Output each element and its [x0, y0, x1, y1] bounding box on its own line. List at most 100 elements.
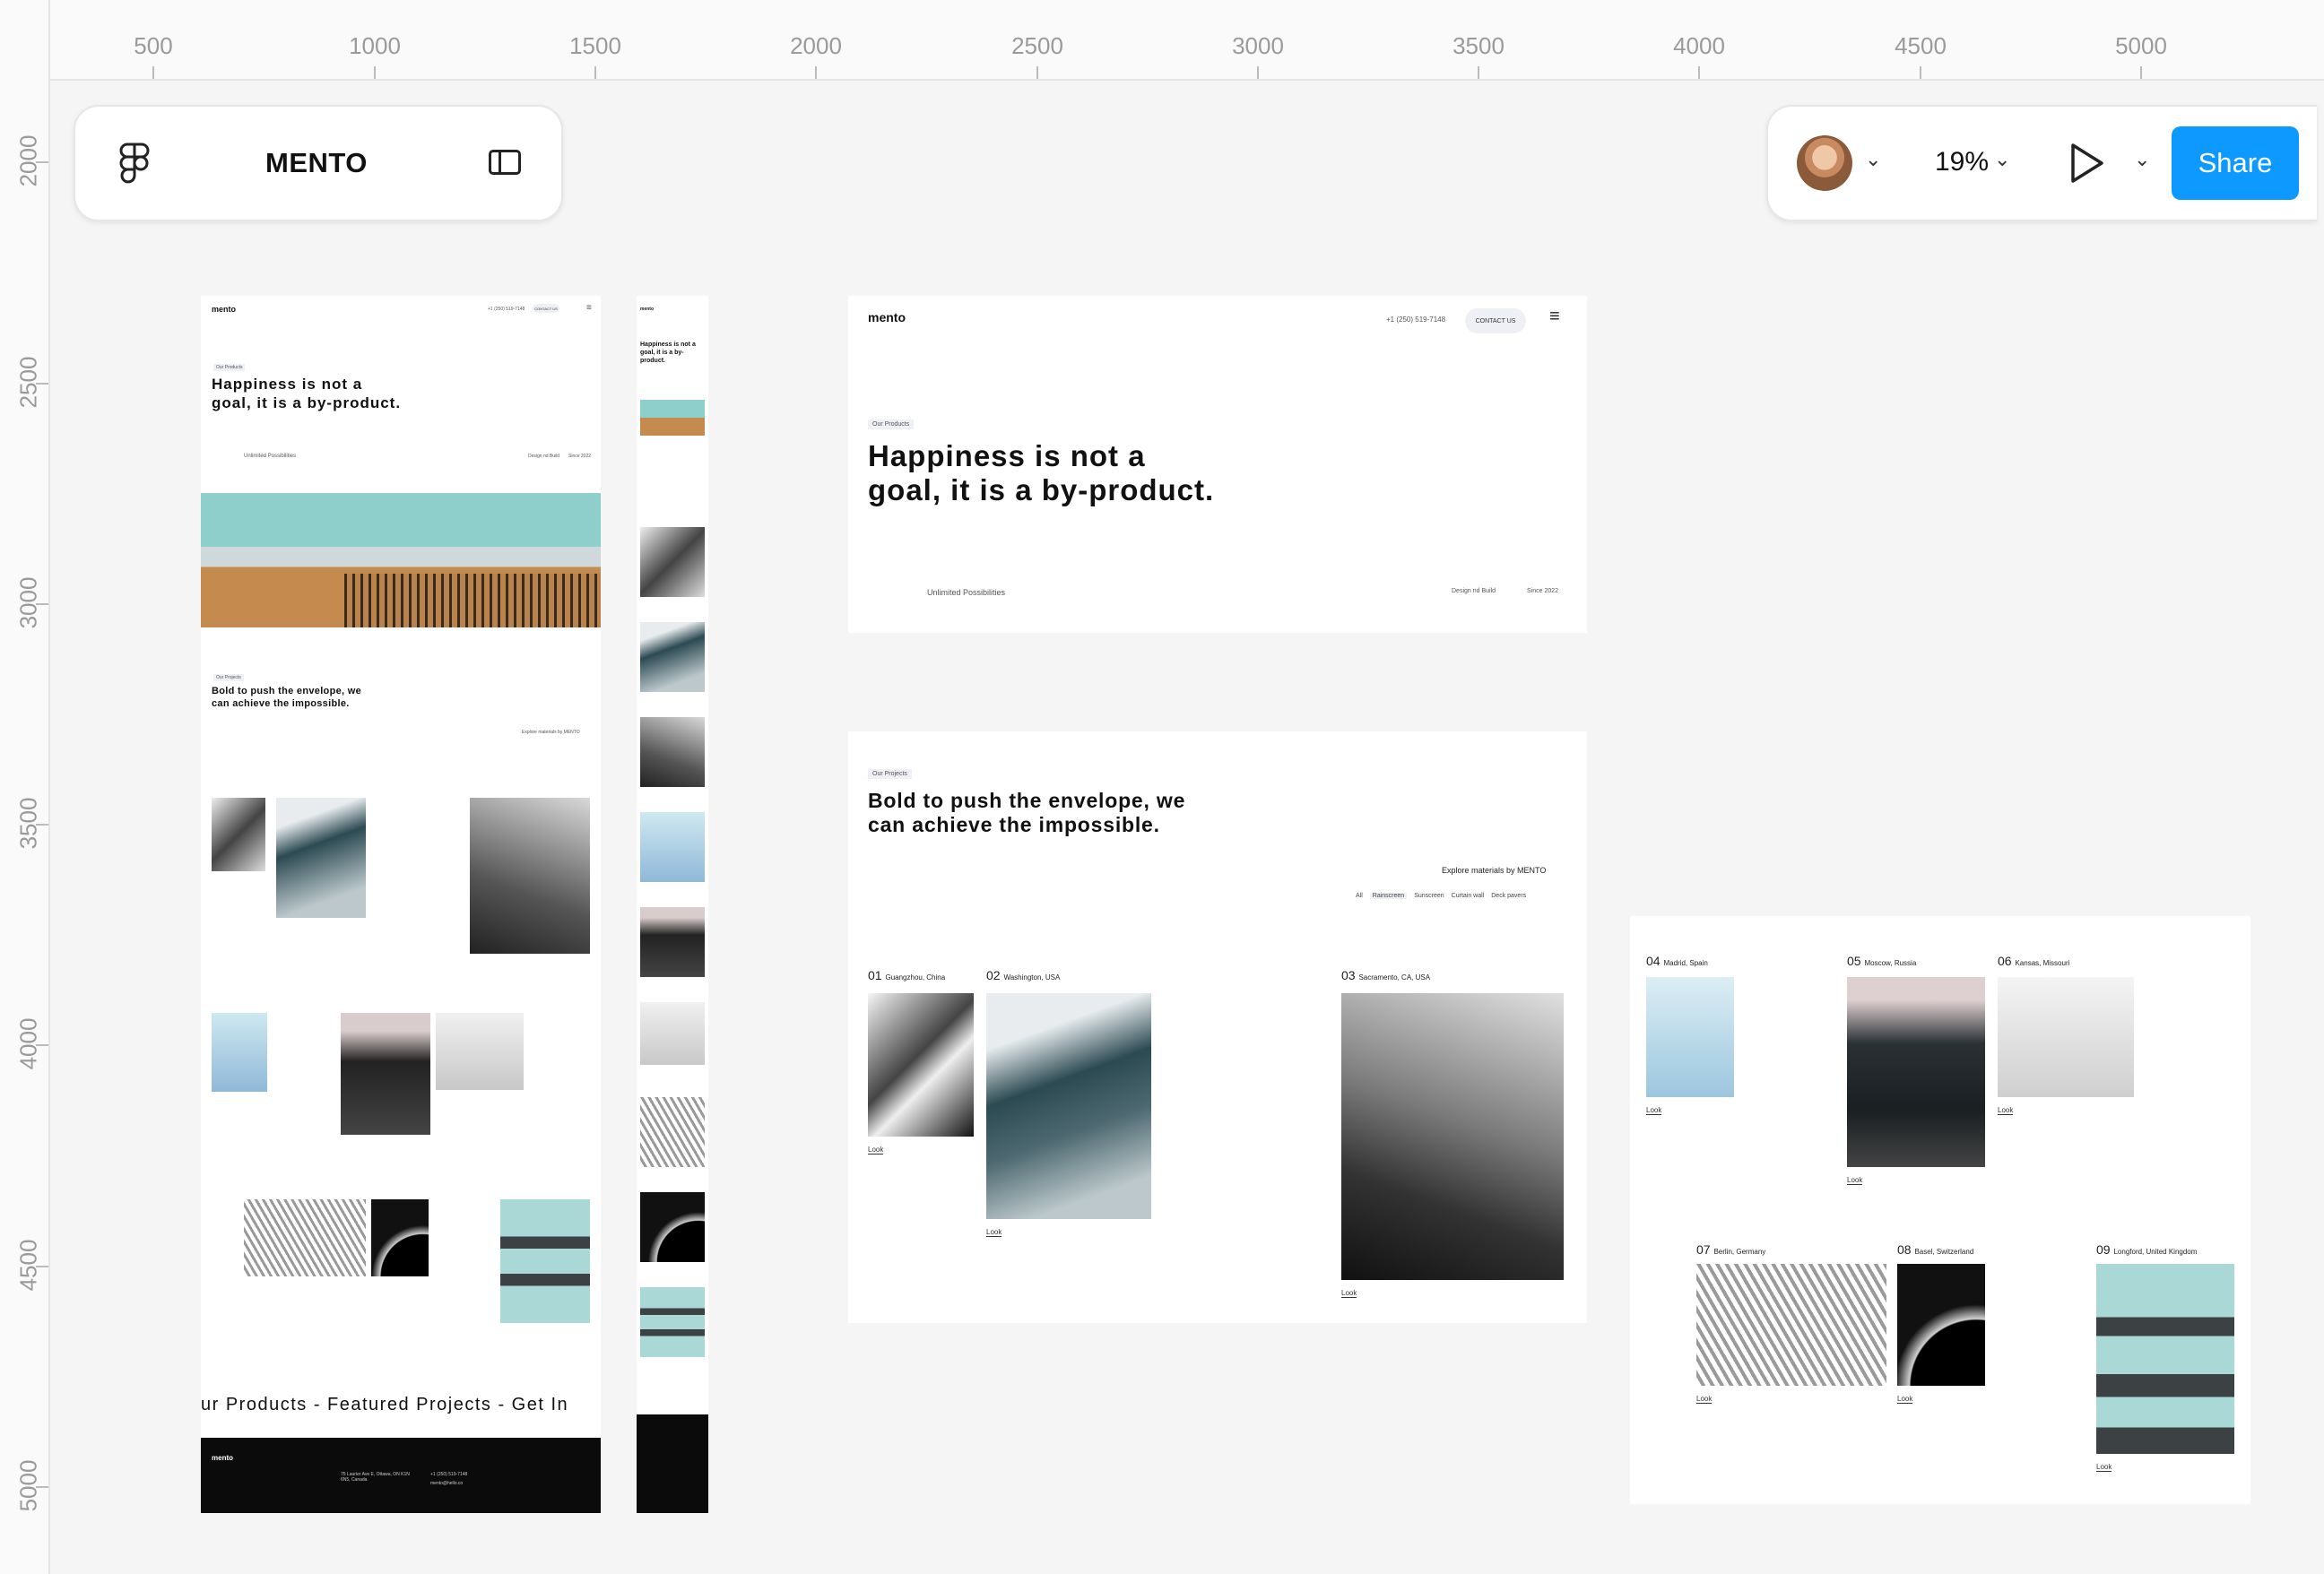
- ruler-label: 2500: [1011, 32, 1063, 59]
- ruler-top: 500 1000 1500 2000 2500 3000 3500 4000 4…: [0, 0, 2324, 81]
- ruler-tick: [36, 603, 48, 605]
- site-phone: +1 (250) 519-7148: [1386, 316, 1446, 324]
- project-image-09: [500, 1199, 590, 1323]
- project-image-07: [244, 1199, 366, 1276]
- view-panel: ⌄ 19% ⌄ ⌄ Share: [1766, 105, 2317, 221]
- filter-tab[interactable]: Deck pavers: [1491, 893, 1526, 899]
- ruler-label: 5000: [2115, 32, 2167, 59]
- ruler-tick: [815, 66, 817, 79]
- avatar[interactable]: [1797, 135, 1852, 191]
- look-link[interactable]: Look: [1341, 1289, 1357, 1298]
- frame-projects-grid[interactable]: 04 Madrid, Spain Look 05 Moscow, Russia …: [1630, 916, 2250, 1504]
- ruler-left: 2000 2500 3000 3500 4000 4500 5000: [0, 0, 50, 1574]
- ruler-tick: [1257, 66, 1259, 79]
- project-image-01[interactable]: [868, 993, 974, 1137]
- figma-logo-icon[interactable]: [117, 143, 152, 186]
- project-image-04: [640, 812, 705, 882]
- look-link[interactable]: Look: [1646, 1106, 1662, 1115]
- contact-button[interactable]: CONTACT US: [533, 304, 559, 313]
- share-button[interactable]: Share: [2172, 126, 2299, 200]
- present-play-icon[interactable]: [2069, 143, 2105, 184]
- project-image-07[interactable]: [1696, 1264, 1886, 1386]
- project-caption: 04 Madrid, Spain: [1646, 954, 1708, 968]
- since-text: Since 2022: [1527, 588, 1559, 594]
- project-image-01: [212, 798, 265, 871]
- project-image-04: [212, 1013, 267, 1092]
- project-caption: 01 Guangzhou, China: [868, 968, 946, 982]
- menu-icon[interactable]: ≡: [1549, 307, 1560, 327]
- frame-mobile[interactable]: mento Happiness is not a goal, it is a by…: [637, 296, 708, 1513]
- hero-headline: Happiness is not a goal, it is a by-produ…: [640, 342, 696, 364]
- menu-icon[interactable]: ≡: [586, 303, 592, 313]
- hero-headline: Happiness is not a goal, it is a by-produ…: [868, 439, 1215, 506]
- filter-tab[interactable]: Rainscreen: [1369, 893, 1408, 899]
- project-name[interactable]: MENTO: [265, 147, 368, 179]
- project-caption: 02 Washington, USA: [986, 968, 1061, 982]
- ruler-tick: [36, 1486, 48, 1488]
- ruler-tick: [152, 66, 154, 79]
- unlimited-text: Unlimited Possibilities: [927, 588, 1006, 597]
- look-link[interactable]: Look: [868, 1146, 884, 1155]
- project-caption: 08 Basel, Switzerland: [1897, 1242, 1974, 1257]
- filter-tab[interactable]: Sunscreen: [1414, 893, 1444, 899]
- look-link[interactable]: Look: [1998, 1106, 2014, 1115]
- projects-tag: Our Projects: [213, 674, 244, 681]
- footer-logo: mento: [212, 1454, 233, 1462]
- frame-hero-desktop[interactable]: mento +1 (250) 519-7148 CONTACT US ≡ Our…: [848, 296, 1587, 633]
- project-image-06: [640, 1002, 705, 1065]
- chevron-down-icon[interactable]: ⌄: [2134, 148, 2150, 171]
- project-image-05[interactable]: [1847, 977, 1985, 1167]
- ruler-tick: [1698, 66, 1700, 79]
- ruler-label: 3500: [1452, 32, 1505, 59]
- project-caption: 05 Moscow, Russia: [1847, 954, 1917, 968]
- look-link[interactable]: Look: [1847, 1176, 1863, 1185]
- contact-button[interactable]: CONTACT US: [1465, 308, 1526, 333]
- project-image-08[interactable]: [1897, 1264, 1985, 1386]
- ruler-tick: [594, 66, 596, 79]
- footer: mento 75 Laurier Ave E, Ottawa, ON K1N 6…: [201, 1438, 601, 1513]
- project-image-02[interactable]: [986, 993, 1151, 1219]
- chevron-down-icon[interactable]: ⌄: [1865, 148, 1881, 171]
- project-image-04[interactable]: [1646, 977, 1734, 1097]
- products-tag: Our Products: [213, 364, 246, 371]
- filter-tab[interactable]: Curtain wall: [1452, 893, 1485, 899]
- project-image-08: [371, 1199, 429, 1276]
- ruler-label: 1000: [349, 32, 401, 59]
- look-link[interactable]: Look: [1897, 1395, 1913, 1404]
- look-link[interactable]: Look: [1696, 1395, 1713, 1404]
- frame-projects-desktop[interactable]: Our Projects Bold to push the envelope, …: [848, 731, 1587, 1323]
- ruler-tick: [36, 824, 48, 826]
- site-logo: mento: [212, 305, 236, 314]
- sidebar-toggle-icon[interactable]: [489, 150, 521, 175]
- project-caption: 06 Kansas, Missouri: [1998, 954, 2070, 968]
- design-build-text: Design nd Build: [1452, 588, 1496, 594]
- chevron-down-icon[interactable]: ⌄: [1994, 148, 2010, 171]
- project-caption: 07 Berlin, Germany: [1696, 1242, 1766, 1257]
- project-image-05: [640, 907, 705, 977]
- project-image-07: [640, 1097, 705, 1167]
- look-link[interactable]: Look: [986, 1228, 1002, 1237]
- ruler-tick: [36, 383, 48, 385]
- ruler-label: 3000: [1232, 32, 1284, 59]
- ruler-tick: [1920, 66, 1921, 79]
- project-image-02: [276, 798, 366, 918]
- footer-phone: +1 (250) 519-7148: [430, 1472, 468, 1477]
- project-image-03: [640, 717, 705, 787]
- project-image-06[interactable]: [1998, 977, 2134, 1097]
- zoom-level[interactable]: 19%: [1935, 147, 1989, 177]
- project-image-02: [640, 622, 705, 692]
- frame-homepage[interactable]: mento +1 (250) 519-7148 CONTACT US ≡ Our…: [201, 296, 601, 1513]
- ruler-tick: [1478, 66, 1479, 79]
- footer-address: 75 Laurier Ave E, Ottawa, ON K1N 6N5, Ca…: [341, 1472, 410, 1483]
- look-link[interactable]: Look: [2096, 1463, 2112, 1472]
- project-image-09[interactable]: [2096, 1264, 2234, 1454]
- filter-tabs: All Rainscreen Sunscreen Curtain wall De…: [1356, 893, 1526, 899]
- design-build-text: Design nd Build: [528, 454, 560, 459]
- filter-tab[interactable]: All: [1356, 893, 1363, 899]
- products-tag: Our Products: [868, 419, 915, 429]
- project-image-03[interactable]: [1341, 993, 1564, 1280]
- project-caption: 09 Longford, United Kingdom: [2096, 1242, 2198, 1257]
- ruler-label: 500: [134, 32, 173, 59]
- project-image-05: [341, 1013, 430, 1135]
- ruler-label: 4000: [1673, 32, 1725, 59]
